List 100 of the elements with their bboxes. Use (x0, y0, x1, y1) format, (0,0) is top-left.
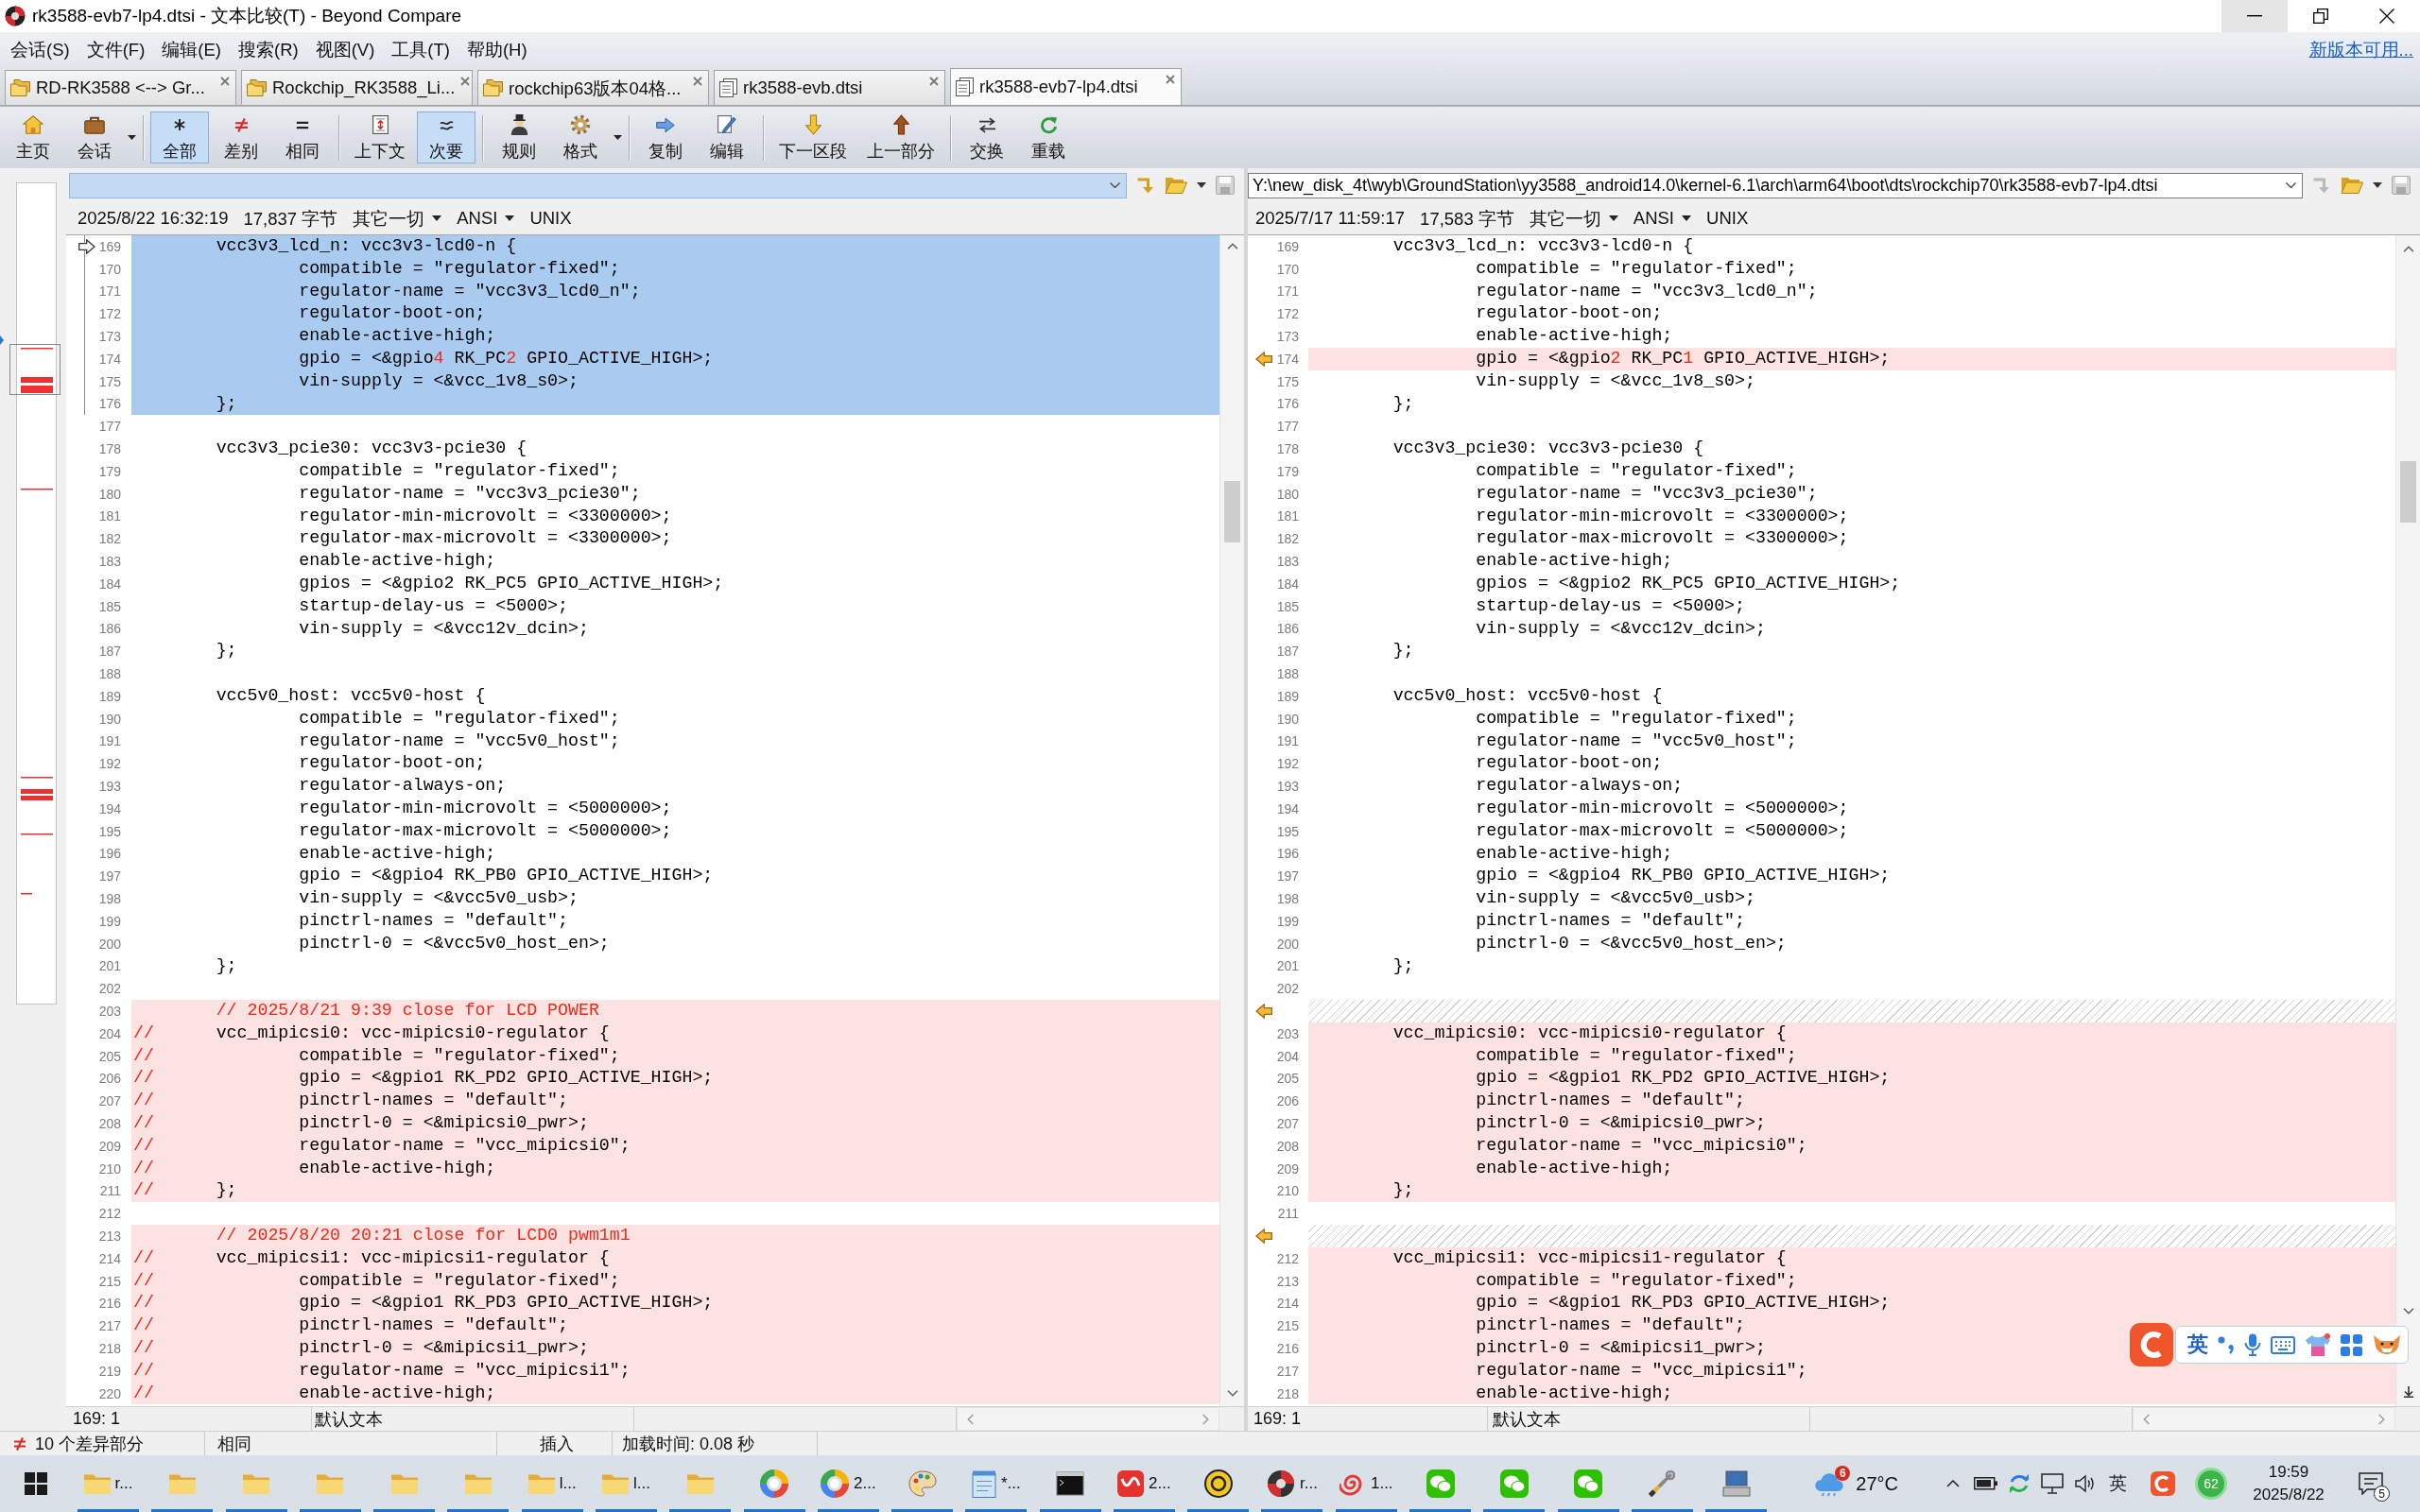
documents-icon[interactable] (719, 78, 737, 97)
save-icon[interactable] (1216, 176, 1235, 195)
encoding-dropdown[interactable]: ANSI (1633, 208, 1691, 229)
selected-line-highlight[interactable]: regulator-boot-on; (131, 302, 1219, 326)
selected-line-highlight[interactable]: compatible = "regulator-fixed"; (131, 257, 1219, 281)
swap-arrows-icon[interactable] (977, 116, 996, 133)
context-button[interactable]: 上下文 (346, 112, 414, 163)
save-icon[interactable] (2392, 176, 2411, 195)
person-icon[interactable] (510, 114, 528, 135)
all-button[interactable]: 全部 (150, 112, 209, 163)
vertical-scrollbar[interactable] (1219, 235, 1244, 1406)
taskbar-button[interactable]: 2... (1113, 1455, 1175, 1512)
color-ring-icon[interactable] (821, 1469, 849, 1498)
swap-button[interactable]: 交换 (958, 112, 1016, 163)
weather-button[interactable]: 6 27°C (1814, 1455, 1898, 1512)
approx-icon[interactable] (439, 119, 454, 130)
caret-icon[interactable] (1197, 182, 1206, 188)
logo-tile-icon[interactable] (2130, 1323, 2173, 1366)
speaker-icon[interactable] (2074, 1474, 2096, 1493)
menu-item[interactable]: 视图(V) (306, 35, 384, 63)
scroll-left-icon[interactable] (2143, 1413, 2150, 1425)
folder-icon[interactable] (1165, 177, 1187, 194)
battery-icon[interactable] (1973, 1477, 1998, 1490)
tab[interactable]: RD-RK3588 <--> Gr... (5, 70, 236, 105)
tools-icon[interactable] (1649, 1470, 1676, 1497)
selected-line-highlight[interactable]: }; (131, 392, 1219, 416)
fox-face-icon[interactable] (2372, 1334, 2402, 1355)
menu-item[interactable]: 文件(F) (78, 35, 154, 63)
diffs-button[interactable]: 差别 (212, 112, 270, 163)
shirt-icon[interactable] (2305, 1332, 2331, 1357)
scroll-right-icon[interactable] (1202, 1413, 1209, 1425)
scroll-left-icon[interactable] (967, 1413, 974, 1425)
selected-line-highlight[interactable]: regulator-name = "vcc3v3_lcd0_n"; (131, 280, 1219, 303)
minor-button[interactable]: 次要 (417, 112, 475, 163)
taskbar-button[interactable]: l... (595, 1455, 657, 1512)
sessions-button[interactable]: 会话 (65, 112, 124, 163)
taskbar-button[interactable]: *... (965, 1455, 1028, 1512)
minimize-icon[interactable] (2247, 15, 2262, 17)
folders-icon[interactable] (483, 79, 503, 96)
scroll-up-icon[interactable] (2402, 246, 2414, 252)
caret-icon[interactable] (1608, 215, 1618, 221)
scroll-down-icon[interactable] (2402, 1308, 2414, 1314)
input-mode-label[interactable]: 英 (2109, 1471, 2127, 1496)
sync-icon[interactable] (2008, 1473, 2030, 1494)
menu-item[interactable]: 帮助(H) (458, 35, 536, 63)
prev-section-button[interactable]: 上一部分 (858, 112, 943, 163)
taskbar-button[interactable]: r... (78, 1455, 139, 1512)
close-icon[interactable] (2379, 9, 2394, 24)
path-field[interactable]: Y:\new_disk_4t\wyb\GroundStation\yy3588_android14.0\kernel-6.1\arch\arm64\boot\dts\rockchip70\rk3588-evb7-lp4.dtsi (1248, 172, 2303, 198)
menu-item[interactable]: 工具(T) (383, 35, 458, 63)
left-arrow-icon[interactable] (1255, 1228, 1272, 1244)
next-section-button[interactable]: 下一区段 (770, 112, 856, 163)
palette-icon[interactable] (908, 1470, 937, 1497)
clock-time[interactable]: 19:59 (2268, 1463, 2309, 1482)
scroll-down-icon[interactable] (1226, 1390, 1238, 1397)
equals-icon[interactable] (296, 120, 309, 129)
encoding-dropdown[interactable]: ANSI (457, 208, 515, 229)
menu-item[interactable]: 编辑(E) (153, 35, 230, 63)
briefcase-icon[interactable] (84, 115, 105, 134)
microphone-icon[interactable] (2244, 1333, 2261, 1356)
arrow-to-bar-icon[interactable] (2402, 1386, 2414, 1398)
keyboard-icon[interactable] (2271, 1335, 2295, 1354)
caret-icon[interactable] (505, 215, 515, 221)
menu-item[interactable]: 搜索(R) (229, 35, 307, 63)
up-arrow-icon[interactable] (892, 114, 909, 135)
same-button[interactable]: 相同 (273, 112, 332, 163)
taskbar-button[interactable]: 1... (1335, 1455, 1397, 1512)
taskbar-button[interactable]: r... (1261, 1455, 1323, 1512)
rain-cloud-icon[interactable] (1814, 1470, 1845, 1497)
reload-button[interactable]: 重载 (1019, 112, 1078, 163)
selected-line-highlight[interactable]: enable-active-high; (131, 325, 1219, 348)
reload-icon[interactable] (1039, 115, 1058, 134)
notepad-icon[interactable] (971, 1469, 996, 1498)
folder-icon[interactable] (2341, 177, 2363, 194)
selected-line-highlight[interactable]: vcc3v3_lcd_n: vcc3v3-lcd0-n { (131, 235, 1219, 258)
pencil-paper-icon[interactable] (717, 115, 736, 134)
chat-bubbles-icon[interactable] (1574, 1469, 1603, 1498)
computer-icon[interactable] (1721, 1470, 1751, 1497)
path-field[interactable] (69, 172, 1127, 198)
home-button[interactable]: 主页 (4, 112, 62, 163)
documents-icon[interactable] (956, 77, 974, 96)
filter-dropdown[interactable]: 其它一切 (1529, 206, 1618, 231)
rules-button[interactable]: 规则 (490, 112, 548, 163)
gear-icon[interactable] (570, 114, 591, 135)
not-equal-icon[interactable] (233, 117, 249, 132)
scrollbar-thumb[interactable] (1224, 481, 1240, 542)
clock-date[interactable]: 2025/8/22 (2253, 1486, 2325, 1504)
right-arrow-icon[interactable] (78, 238, 95, 254)
monitor-icon[interactable] (2040, 1473, 2064, 1494)
caret-icon[interactable] (1682, 215, 1691, 221)
caret-icon[interactable] (432, 215, 442, 221)
quartered-disc-icon[interactable] (1267, 1469, 1296, 1498)
scroll-right-icon[interactable] (2378, 1413, 2385, 1425)
right-arrow-icon[interactable] (656, 116, 675, 133)
menu-item[interactable]: 会话(S) (2, 35, 78, 63)
house-icon[interactable] (23, 115, 43, 134)
input-mode-label[interactable]: 英 (2187, 1331, 2208, 1359)
scroll-up-icon[interactable] (1226, 243, 1238, 249)
restore-icon[interactable] (2313, 9, 2328, 24)
tab[interactable]: rockchip63版本04格... (477, 70, 709, 105)
